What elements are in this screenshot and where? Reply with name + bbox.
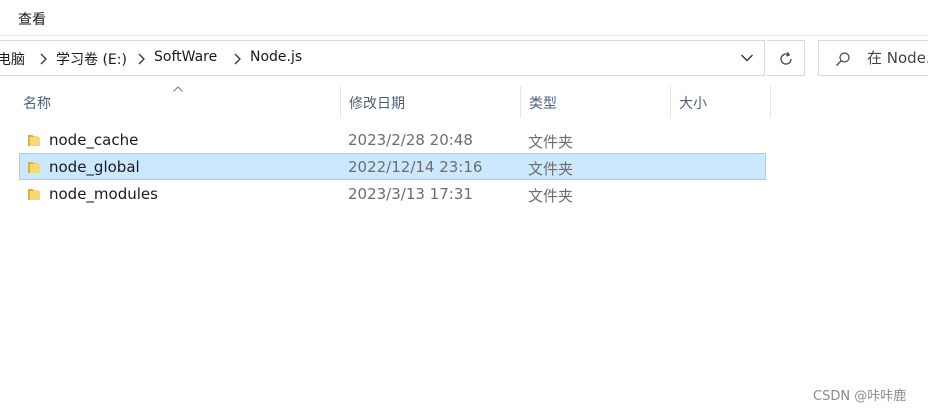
chevron-down-icon (741, 54, 753, 62)
refresh-button[interactable] (767, 40, 805, 76)
breadcrumb-drive[interactable]: 学习卷 (E:) (56, 49, 127, 69)
file-type: 文件夹 (528, 133, 574, 151)
search-input[interactable] (867, 49, 928, 67)
file-name: node_global (49, 158, 140, 176)
file-row-node-global[interactable]: node_global 2022/12/14 23:16 文件夹 (19, 153, 766, 180)
address-history-button[interactable] (730, 41, 764, 75)
search-box[interactable] (818, 40, 928, 76)
column-header-size-label: 大小 (679, 96, 707, 112)
file-type: 文件夹 (528, 187, 574, 205)
column-header-type-label: 类型 (529, 96, 557, 112)
column-header-modified[interactable]: 修改日期 (341, 86, 521, 118)
chevron-right-icon[interactable] (38, 52, 48, 66)
file-modified-date: 2022/12/14 23:16 (348, 158, 483, 176)
file-row-node-cache[interactable]: node_cache 2023/2/28 20:48 文件夹 (19, 126, 766, 153)
address-bar[interactable]: 电脑 学习卷 (E:) SoftWare Node.js (0, 40, 765, 76)
tab-view[interactable]: 查看 (18, 9, 46, 29)
breadcrumb-pc[interactable]: 电脑 (0, 49, 25, 69)
ribbon-bar: 查看 (0, 0, 928, 36)
chevron-right-icon[interactable] (136, 52, 146, 66)
folder-icon (28, 189, 40, 200)
file-modified-date: 2023/3/13 17:31 (348, 185, 473, 203)
file-name: node_cache (49, 131, 139, 149)
chevron-right-icon[interactable] (232, 52, 242, 66)
file-type: 文件夹 (528, 160, 574, 178)
breadcrumb-software[interactable]: SoftWare (154, 49, 217, 65)
file-row-node-modules[interactable]: node_modules 2023/3/13 17:31 文件夹 (19, 180, 766, 207)
folder-icon (28, 162, 40, 173)
column-header-size[interactable]: 大小 (671, 86, 771, 118)
column-header-name-label: 名称 (23, 96, 51, 112)
search-icon (836, 52, 850, 66)
breadcrumb-nodejs[interactable]: Node.js (250, 49, 302, 65)
column-header-modified-label: 修改日期 (349, 96, 405, 112)
sort-ascending-icon (173, 86, 183, 92)
folder-icon (28, 135, 40, 146)
file-name: node_modules (49, 185, 158, 203)
column-header-type[interactable]: 类型 (521, 86, 671, 118)
watermark: CSDN @咔咔鹿 (813, 389, 907, 404)
file-modified-date: 2023/2/28 20:48 (348, 131, 473, 149)
refresh-icon (780, 51, 792, 65)
